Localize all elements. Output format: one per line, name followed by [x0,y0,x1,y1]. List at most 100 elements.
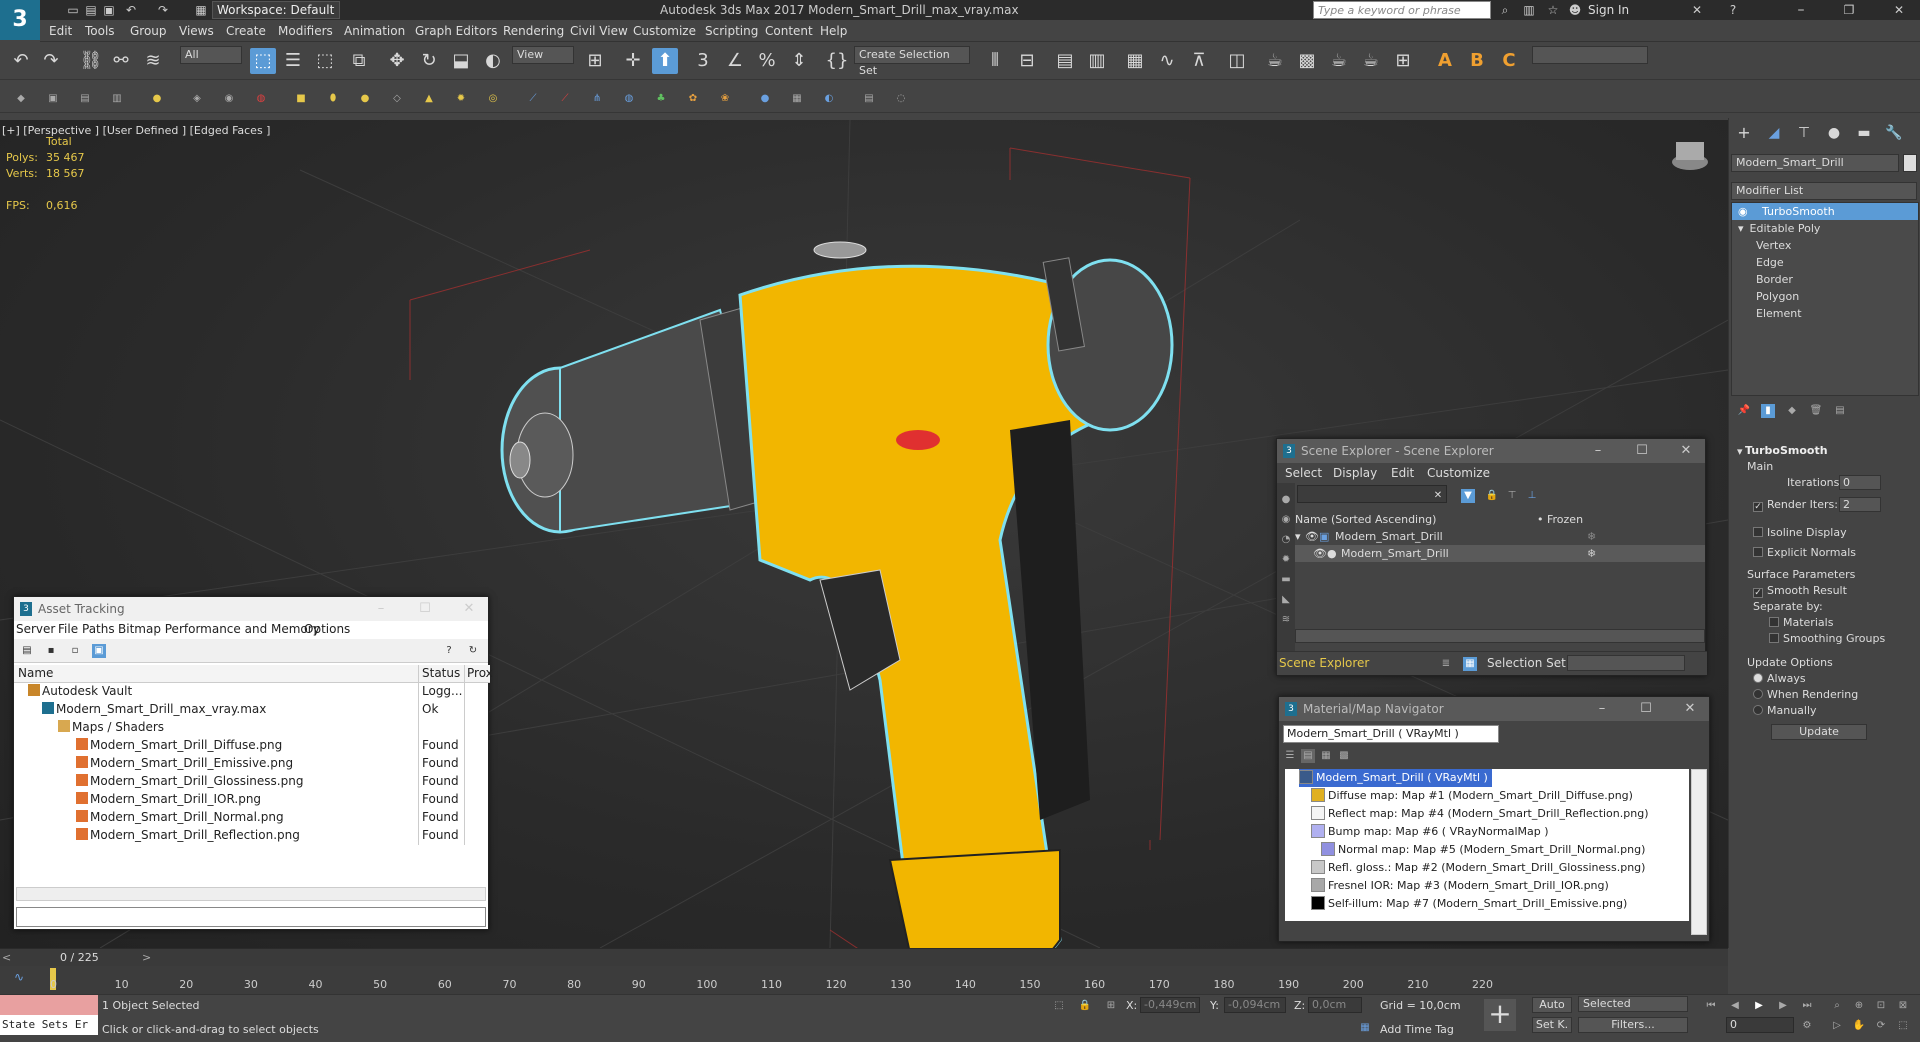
tool2-icon-23[interactable]: ● [758,92,772,106]
region-select-icon[interactable]: ⬚ [312,48,338,74]
set-key-button[interactable]: Set K. [1532,1017,1572,1033]
tool2-icon-16[interactable]: ⟋ [526,92,540,106]
freeze-icon[interactable]: ❄ [1587,547,1596,560]
toggle-ribbon-icon[interactable]: ▦ [1122,48,1148,74]
move-icon[interactable]: ✥ [384,48,410,74]
stack-item-polygon[interactable]: Polygon [1732,288,1918,305]
z-coord-field[interactable]: 0,0cm [1308,997,1362,1013]
percent-snap-icon[interactable]: % [754,48,780,74]
filter-icon[interactable]: ▼ [1461,489,1475,503]
render-iters-spinner[interactable]: 2 [1839,497,1881,512]
clear-search-icon[interactable]: ✕ [1431,489,1445,503]
smoothing-groups-checkbox[interactable] [1769,633,1779,643]
add-time-tag[interactable]: Add Time Tag [1380,1023,1454,1036]
help-icon[interactable]: ? [442,644,456,658]
tool2-icon-12[interactable]: ◇ [390,92,404,106]
rollout-collapse-icon[interactable]: ▾ [1737,445,1743,458]
timeline[interactable]: ∿ 0 10 20 30 40 50 60 70 80 90 100 110 120 130 140 150 1… [0,966,1728,994]
snaps-toggle-icon[interactable]: 3 [690,48,716,74]
tool2-icon-6[interactable]: ◈ [190,92,204,106]
list-item[interactable]: Refl. gloss.: Map #2 (Modern_Smart_Drill… [1311,859,1645,877]
menu-customize[interactable]: Customize [633,24,696,38]
always-radio[interactable] [1753,673,1763,683]
isolate-selection-icon[interactable]: ⬚ [1052,999,1066,1013]
layers-icon[interactable]: ⊥ [1525,489,1539,503]
asset-menu-bitmap[interactable]: Bitmap Performance and Memory [118,622,320,636]
stack-item-vertex[interactable]: Vertex [1732,237,1918,254]
stack-item-turbosmooth[interactable]: ◉ TurboSmooth [1732,203,1918,220]
col-proxy[interactable]: Prox [467,666,493,680]
save-icon[interactable]: ▣ [102,3,116,17]
tool2-icon-18[interactable]: ⋔ [590,92,604,106]
subscription-icon[interactable]: ▥ [1522,3,1536,17]
asset-menu-paths[interactable]: Paths [82,622,115,636]
render-grid-icon[interactable]: ⊞ [1390,48,1416,74]
list-item[interactable]: Modern_Smart_Drill ( VRayMtl ) [1299,769,1492,787]
list-item[interactable]: Bump map: Map #6 ( VRayNormalMap ) [1311,823,1549,841]
star-icon[interactable]: ☆ [1546,3,1560,17]
view-list-icons-icon[interactable]: ▤ [1301,749,1315,763]
view-large-icons-icon[interactable]: ▩ [1337,749,1351,763]
refresh-icon[interactable]: ↻ [466,644,480,658]
make-unique-icon[interactable]: ◆ [1785,404,1799,418]
menu-graph-editors[interactable]: Graph Editors [415,24,497,38]
object-color-swatch[interactable] [1903,154,1917,172]
app-logo[interactable]: 3 [0,0,40,40]
pan-icon[interactable]: ✋ [1852,1019,1866,1033]
restore-icon[interactable]: ❐ [1842,3,1856,17]
prev-frame-icon[interactable]: < [2,951,11,964]
current-material-field[interactable]: Modern_Smart_Drill ( VRayMtl ) [1283,725,1499,743]
key-filter-dropdown[interactable]: Selected [1578,996,1688,1012]
stack-item-element[interactable]: Element [1732,305,1918,322]
isoline-checkbox[interactable] [1753,527,1763,537]
search-input[interactable]: Type a keyword or phrase [1313,1,1491,19]
tool2-icon-4[interactable]: ▥ [110,92,124,106]
display-lights-icon[interactable]: ✹ [1279,553,1293,567]
tool2-icon-22[interactable]: ❀ [718,92,732,106]
tool2-icon-21[interactable]: ✿ [686,92,700,106]
hierarchy-toggle-icon[interactable]: ▦ [1463,657,1477,671]
tool2-icon-8[interactable]: ◍ [254,92,268,106]
curve-editor-mini-icon[interactable]: ∿ [14,970,24,984]
tool2-icon-1[interactable]: ◆ [14,92,28,106]
col-name[interactable]: Name [18,666,53,680]
display-tab-icon[interactable]: ▬ [1851,120,1877,146]
auto-key-button[interactable]: Auto [1532,997,1572,1013]
tool2-icon-2[interactable]: ▣ [46,92,60,106]
smooth-result-checkbox[interactable]: ✓ [1753,588,1763,598]
reference-coordinate-dropdown[interactable]: View [512,46,574,64]
align-icon[interactable]: ⊟ [1014,48,1040,74]
key-filters-button[interactable]: Filters... [1578,1017,1688,1033]
motion-tab-icon[interactable]: ● [1821,120,1847,146]
asset-tracking-titlebar[interactable]: 3 Asset Tracking – ☐ ✕ [14,597,488,621]
tool2-icon-10[interactable]: ⬮ [326,92,340,106]
display-cameras-icon[interactable]: ▬ [1279,573,1293,587]
zoom-all-icon[interactable]: ⊕ [1852,999,1866,1013]
asset-tool-icon-1[interactable]: ▤ [20,644,34,658]
text-tool-b-icon[interactable]: B [1464,48,1490,74]
close-icon[interactable]: ✕ [458,597,480,621]
menu-content[interactable]: Content [765,24,813,38]
list-item[interactable]: Reflect map: Map #4 (Modern_Smart_Drill_… [1311,805,1649,823]
selection-filter-dropdown[interactable]: All [180,46,242,64]
scene-explorer-name-dropdown[interactable]: Scene Explorer [1279,656,1429,672]
tool2-icon-25[interactable]: ◐ [822,92,836,106]
next-frame-icon[interactable]: ▶ [1776,999,1790,1013]
redo-icon[interactable]: ↷ [156,3,170,17]
view-list-icon[interactable]: ☰ [1283,749,1297,763]
link-icon[interactable]: ⛓ [78,48,104,74]
minimize-icon[interactable]: – [370,597,392,621]
absolute-mode-icon[interactable]: ⊞ [1104,999,1118,1013]
materials-checkbox[interactable] [1769,617,1779,627]
asset-tool-icon-2[interactable]: ▪ [44,644,58,658]
text-tool-a-icon[interactable]: A [1432,48,1458,74]
render-iters-checkbox[interactable]: ✓ [1753,502,1763,512]
angle-snap-icon[interactable]: ∠ [722,48,748,74]
scene-explorer-titlebar[interactable]: 3 Scene Explorer - Scene Explorer – ☐ ✕ [1277,439,1705,463]
sign-in-button[interactable]: Sign In [1588,3,1629,17]
configure-modifier-sets-icon[interactable]: ▤ [1833,404,1847,418]
list-item[interactable]: Diffuse map: Map #1 (Modern_Smart_Drill_… [1311,787,1633,805]
select-object-icon[interactable]: ⬚ [250,48,276,74]
expand-icon[interactable]: ▾ [1295,530,1301,543]
create-tab-icon[interactable]: + [1731,120,1757,146]
